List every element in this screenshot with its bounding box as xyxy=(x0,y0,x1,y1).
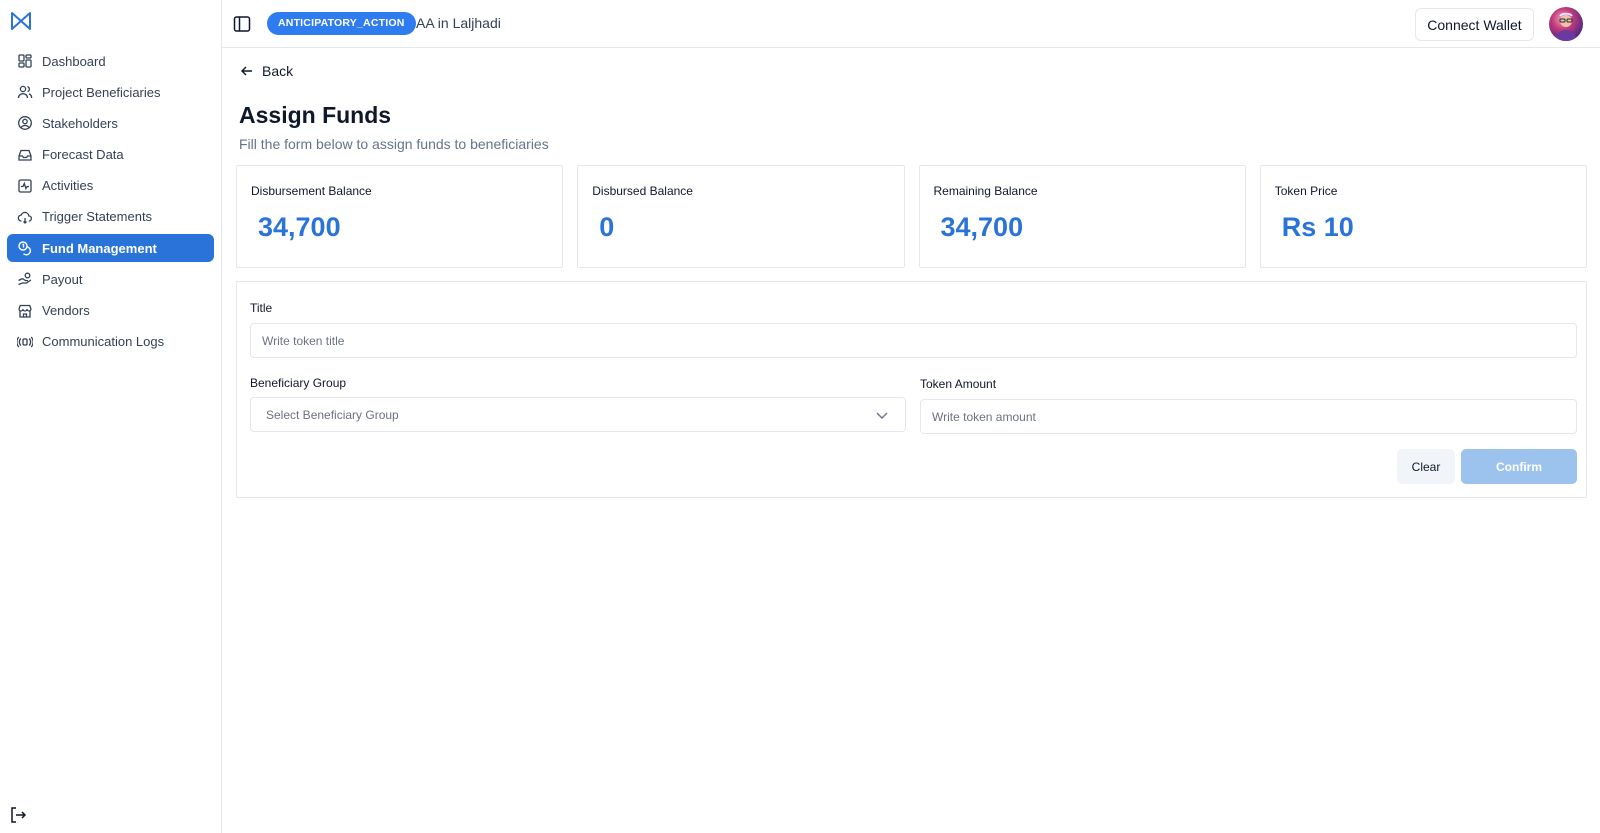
sidebar-item-label: Dashboard xyxy=(42,53,106,69)
sidebar-toggle-icon[interactable] xyxy=(233,15,251,33)
project-type-badge: ANTICIPATORY_ACTION xyxy=(267,12,416,35)
sidebar-item-label: Stakeholders xyxy=(42,115,118,131)
balance-cards: Disbursement Balance 34,700 Disbursed Ba… xyxy=(236,165,1587,268)
avatar[interactable] xyxy=(1549,7,1583,41)
disbursed-balance-card: Disbursed Balance 0 xyxy=(577,165,905,268)
sidebar-item-label: Trigger Statements xyxy=(42,209,153,225)
page-subtitle: Fill the form below to assign funds to b… xyxy=(239,136,549,152)
chevron-down-icon xyxy=(876,412,888,419)
card-label: Disbursed Balance xyxy=(592,184,693,198)
title-input[interactable]: Write token title xyxy=(250,323,1577,358)
remaining-balance-card: Remaining Balance 34,700 xyxy=(918,165,1246,268)
beneficiary-group-placeholder: Select Beneficiary Group xyxy=(266,407,399,422)
card-value: 34,700 xyxy=(258,212,341,242)
card-label: Remaining Balance xyxy=(933,184,1038,198)
clear-button[interactable]: Clear xyxy=(1397,449,1455,484)
card-value: 34,700 xyxy=(940,212,1024,242)
store-icon xyxy=(17,303,33,319)
broadcast-icon xyxy=(17,334,33,350)
sidebar-item-label: Activities xyxy=(42,178,94,194)
disbursement-balance-card: Disbursement Balance 34,700 xyxy=(236,165,564,268)
sidebar-item-project-beneficiaries[interactable]: Project Beneficiaries xyxy=(7,78,214,106)
sidebar-item-label: Communication Logs xyxy=(42,334,165,350)
activity-icon xyxy=(17,178,33,194)
card-value: Rs 10 xyxy=(1281,212,1354,242)
project-name: AA in Laljhadi xyxy=(416,15,501,31)
sidebar-item-label: Payout xyxy=(42,271,83,287)
logout-icon[interactable] xyxy=(8,805,28,825)
sidebar-item-dashboard[interactable]: Dashboard xyxy=(7,47,214,75)
topbar: ANTICIPATORY_ACTION AA in Laljhadi Conne… xyxy=(222,0,1600,48)
sidebar-item-label: Project Beneficiaries xyxy=(42,84,161,100)
token-amount-input[interactable]: Write token amount xyxy=(920,399,1577,434)
sidebar-item-payout[interactable]: Payout xyxy=(7,265,214,293)
sidebar-item-activities[interactable]: Activities xyxy=(7,172,214,200)
card-label: Disbursement Balance xyxy=(251,184,372,198)
connect-wallet-button[interactable]: Connect Wallet xyxy=(1415,8,1534,41)
dashboard-icon xyxy=(17,53,33,69)
token-amount-placeholder: Write token amount xyxy=(932,409,1036,424)
token-price-card: Token Price Rs 10 xyxy=(1259,165,1587,268)
page-title: Assign Funds xyxy=(239,102,392,128)
app: Dashboard Project Beneficiaries Stakehol… xyxy=(0,0,1600,833)
sidebar: Dashboard Project Beneficiaries Stakehol… xyxy=(0,0,222,833)
sidebar-item-label: Forecast Data xyxy=(42,147,124,163)
sidebar-item-forecast-data[interactable]: Forecast Data xyxy=(7,141,214,169)
beneficiary-group-label: Beneficiary Group xyxy=(250,376,347,390)
coins-icon xyxy=(17,240,33,256)
title-placeholder: Write token title xyxy=(262,333,345,348)
token-amount-label: Token Amount xyxy=(920,377,997,391)
sidebar-item-communication-logs[interactable]: Communication Logs xyxy=(7,328,214,356)
sidebar-item-vendors[interactable]: Vendors xyxy=(7,297,214,325)
payout-icon xyxy=(17,271,33,287)
card-value: 0 xyxy=(599,212,615,242)
sidebar-item-label: Fund Management xyxy=(42,240,157,256)
main-content: ANTICIPATORY_ACTION AA in Laljhadi Conne… xyxy=(222,0,1600,833)
sidebar-item-fund-management[interactable]: Fund Management xyxy=(7,234,214,263)
sidebar-item-trigger-statements[interactable]: Trigger Statements xyxy=(7,203,214,231)
user-circle-icon xyxy=(17,115,33,131)
assign-funds-form: Title Write token title Beneficiary Grou… xyxy=(236,281,1587,498)
arrow-left-icon xyxy=(241,66,252,76)
title-label: Title xyxy=(250,301,273,315)
inbox-icon xyxy=(17,147,33,163)
cloud-icon xyxy=(17,209,33,225)
card-label: Token Price xyxy=(1274,184,1338,198)
users-icon xyxy=(17,84,33,100)
rahat-logo-icon[interactable] xyxy=(10,10,32,32)
sidebar-nav: Dashboard Project Beneficiaries Stakehol… xyxy=(7,47,214,359)
sidebar-item-stakeholders[interactable]: Stakeholders xyxy=(7,109,214,137)
back-link[interactable]: Back xyxy=(240,63,293,79)
confirm-button[interactable]: Confirm xyxy=(1461,449,1577,484)
beneficiary-group-select[interactable]: Select Beneficiary Group xyxy=(250,397,906,432)
back-label: Back xyxy=(262,63,294,79)
sidebar-item-label: Vendors xyxy=(42,303,90,318)
